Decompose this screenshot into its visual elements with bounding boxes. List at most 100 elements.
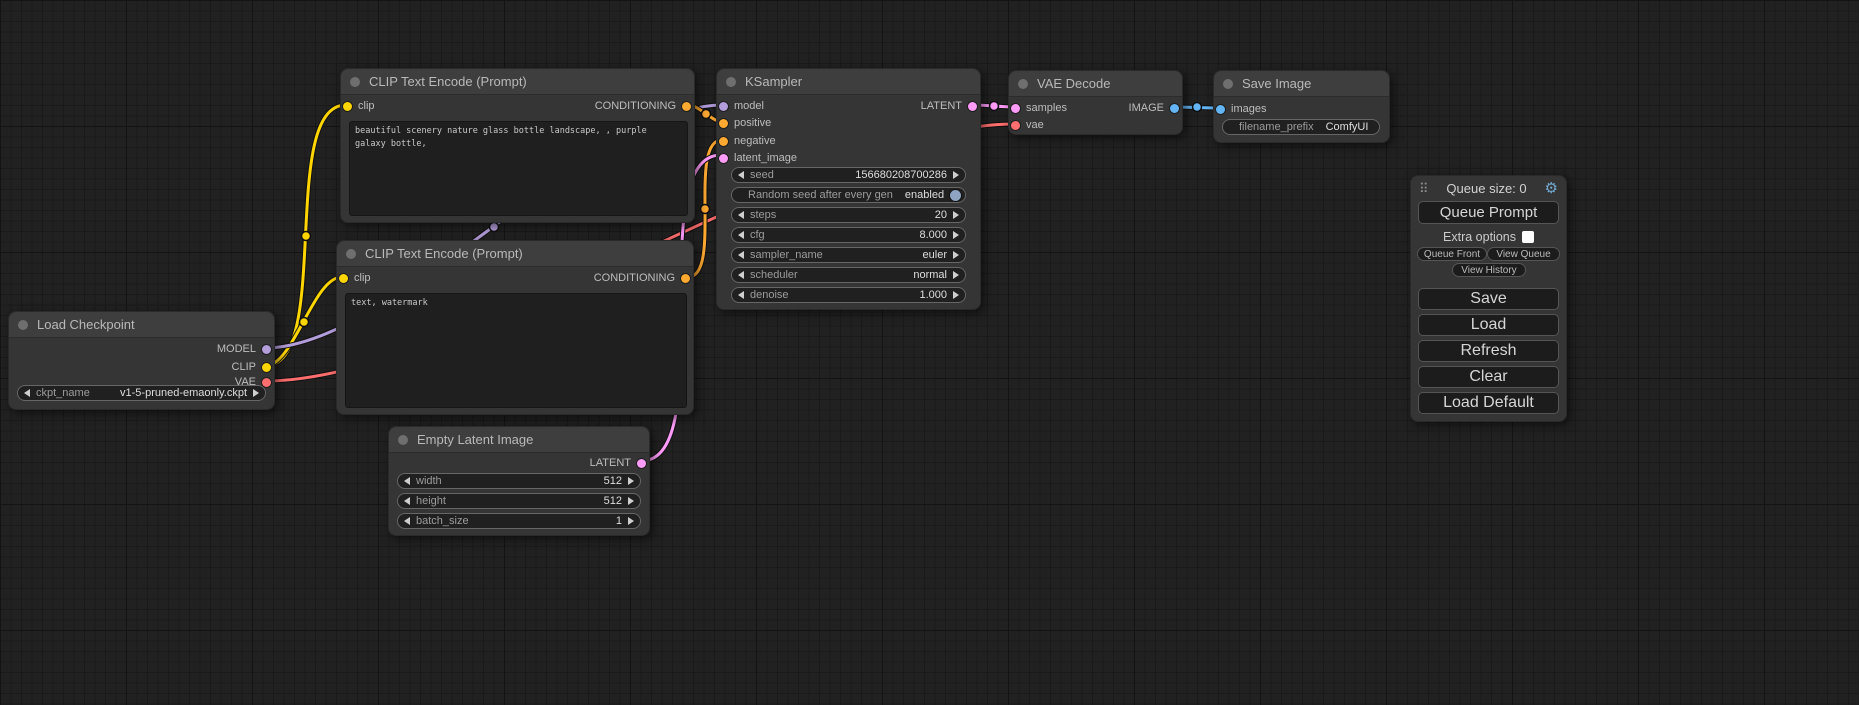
widget-value[interactable]: 512 <box>604 495 622 507</box>
output-slot-latent[interactable]: LATENT <box>590 455 646 471</box>
load-default-button[interactable]: Load Default <box>1418 392 1559 414</box>
widget-height[interactable]: height 512 <box>397 493 641 509</box>
widget-value[interactable]: 1 <box>616 515 622 527</box>
view-history-button[interactable]: View History <box>1452 263 1526 277</box>
toggle-circle-icon[interactable] <box>950 190 961 201</box>
prompt-textarea[interactable]: text, watermark <box>345 293 687 408</box>
widget-sampler-name[interactable]: sampler_name euler <box>731 247 966 263</box>
increment-arrow-icon[interactable] <box>953 271 959 279</box>
extra-options-checkbox[interactable] <box>1522 231 1534 243</box>
decrement-arrow-icon[interactable] <box>738 211 744 219</box>
load-button[interactable]: Load <box>1418 314 1559 336</box>
queue-prompt-button[interactable]: Queue Prompt <box>1418 201 1559 224</box>
output-port-vae[interactable] <box>262 378 271 387</box>
decrement-arrow-icon[interactable] <box>738 271 744 279</box>
decrement-arrow-icon[interactable] <box>404 497 410 505</box>
node-title-bar[interactable]: Save Image <box>1214 71 1389 97</box>
widget-value[interactable]: 156680208700286 <box>855 169 947 181</box>
increment-arrow-icon[interactable] <box>628 497 634 505</box>
view-queue-button[interactable]: View Queue <box>1487 247 1560 261</box>
widget-value[interactable]: euler <box>923 249 947 261</box>
input-slot-samples[interactable]: samples <box>1011 100 1067 116</box>
widget-value[interactable]: 8.000 <box>919 229 947 241</box>
decrement-arrow-icon[interactable] <box>738 231 744 239</box>
output-port-conditioning[interactable] <box>681 274 690 283</box>
widget-value[interactable]: 512 <box>604 475 622 487</box>
drag-handle-icon[interactable]: ⠿ <box>1419 182 1429 195</box>
output-slot-image[interactable]: IMAGE <box>1129 100 1179 116</box>
output-port-image[interactable] <box>1170 104 1179 113</box>
input-slot-positive[interactable]: positive <box>719 115 771 131</box>
node-title-bar[interactable]: CLIP Text Encode (Prompt) <box>341 69 694 95</box>
node-title-bar[interactable]: VAE Decode <box>1009 71 1182 97</box>
output-slot-clip[interactable]: CLIP <box>232 359 271 375</box>
increment-arrow-icon[interactable] <box>628 517 634 525</box>
increment-arrow-icon[interactable] <box>953 291 959 299</box>
node-title-bar[interactable]: Load Checkpoint <box>9 312 274 338</box>
node-collapse-dot[interactable] <box>1223 79 1233 89</box>
gear-icon[interactable]: ⚙ <box>1545 181 1558 196</box>
node-collapse-dot[interactable] <box>350 77 360 87</box>
increment-arrow-icon[interactable] <box>953 211 959 219</box>
input-port-negative[interactable] <box>719 137 728 146</box>
node-collapse-dot[interactable] <box>346 249 356 259</box>
decrement-arrow-icon[interactable] <box>24 389 30 397</box>
increment-arrow-icon[interactable] <box>953 231 959 239</box>
node-clip-text-encode-negative[interactable]: CLIP Text Encode (Prompt) clip CONDITION… <box>336 240 694 415</box>
input-port-positive[interactable] <box>719 119 728 128</box>
output-slot-conditioning[interactable]: CONDITIONING <box>595 98 691 114</box>
widget-value[interactable]: ComfyUI <box>1326 121 1369 133</box>
node-ksampler[interactable]: KSampler model positive negative latent_… <box>716 68 981 310</box>
increment-arrow-icon[interactable] <box>253 389 259 397</box>
input-slot-vae[interactable]: vae <box>1011 117 1044 133</box>
widget-steps[interactable]: steps 20 <box>731 207 966 223</box>
node-empty-latent-image[interactable]: Empty Latent Image LATENT width 512 heig… <box>388 426 650 536</box>
node-collapse-dot[interactable] <box>18 320 28 330</box>
clear-button[interactable]: Clear <box>1418 366 1559 388</box>
widget-scheduler[interactable]: scheduler normal <box>731 267 966 283</box>
output-slot-conditioning[interactable]: CONDITIONING <box>594 270 690 286</box>
input-port-model[interactable] <box>719 102 728 111</box>
output-port-clip[interactable] <box>262 363 271 372</box>
widget-denoise[interactable]: denoise 1.000 <box>731 287 966 303</box>
node-collapse-dot[interactable] <box>398 435 408 445</box>
widget-value[interactable]: 20 <box>935 209 947 221</box>
increment-arrow-icon[interactable] <box>953 251 959 259</box>
widget-filename-prefix[interactable]: filename_prefix ComfyUI <box>1222 119 1380 135</box>
input-slot-latent-image[interactable]: latent_image <box>719 150 797 166</box>
queue-front-button[interactable]: Queue Front <box>1417 247 1487 261</box>
node-collapse-dot[interactable] <box>1018 79 1028 89</box>
output-port-conditioning[interactable] <box>682 102 691 111</box>
output-port-latent[interactable] <box>637 459 646 468</box>
node-title-bar[interactable]: KSampler <box>717 69 980 95</box>
output-port-latent[interactable] <box>968 102 977 111</box>
node-collapse-dot[interactable] <box>726 77 736 87</box>
node-title-bar[interactable]: Empty Latent Image <box>389 427 649 453</box>
input-slot-clip[interactable]: clip <box>343 98 375 114</box>
decrement-arrow-icon[interactable] <box>404 517 410 525</box>
output-slot-model[interactable]: MODEL <box>217 341 271 357</box>
increment-arrow-icon[interactable] <box>953 171 959 179</box>
input-port-samples[interactable] <box>1011 104 1020 113</box>
input-slot-images[interactable]: images <box>1216 101 1266 117</box>
output-slot-latent[interactable]: LATENT <box>921 98 977 114</box>
decrement-arrow-icon[interactable] <box>738 171 744 179</box>
refresh-button[interactable]: Refresh <box>1418 340 1559 362</box>
input-port-latent-image[interactable] <box>719 154 728 163</box>
widget-ckpt-name[interactable]: ckpt_name v1-5-pruned-emaonly.ckpt <box>17 385 266 401</box>
decrement-arrow-icon[interactable] <box>404 477 410 485</box>
widget-value[interactable]: enabled <box>905 189 944 201</box>
input-slot-clip[interactable]: clip <box>339 270 371 286</box>
output-port-model[interactable] <box>262 345 271 354</box>
input-port-images[interactable] <box>1216 105 1225 114</box>
node-graph-canvas[interactable]: Load Checkpoint MODEL CLIP VAE ckpt_name… <box>0 0 1859 705</box>
widget-value[interactable]: normal <box>913 269 947 281</box>
widget-seed[interactable]: seed 156680208700286 <box>731 167 966 183</box>
decrement-arrow-icon[interactable] <box>738 291 744 299</box>
widget-cfg[interactable]: cfg 8.000 <box>731 227 966 243</box>
widget-random-seed-toggle[interactable]: Random seed after every gen enabled <box>731 187 966 203</box>
widget-value[interactable]: v1-5-pruned-emaonly.ckpt <box>120 387 247 399</box>
widget-width[interactable]: width 512 <box>397 473 641 489</box>
save-button[interactable]: Save <box>1418 288 1559 310</box>
decrement-arrow-icon[interactable] <box>738 251 744 259</box>
